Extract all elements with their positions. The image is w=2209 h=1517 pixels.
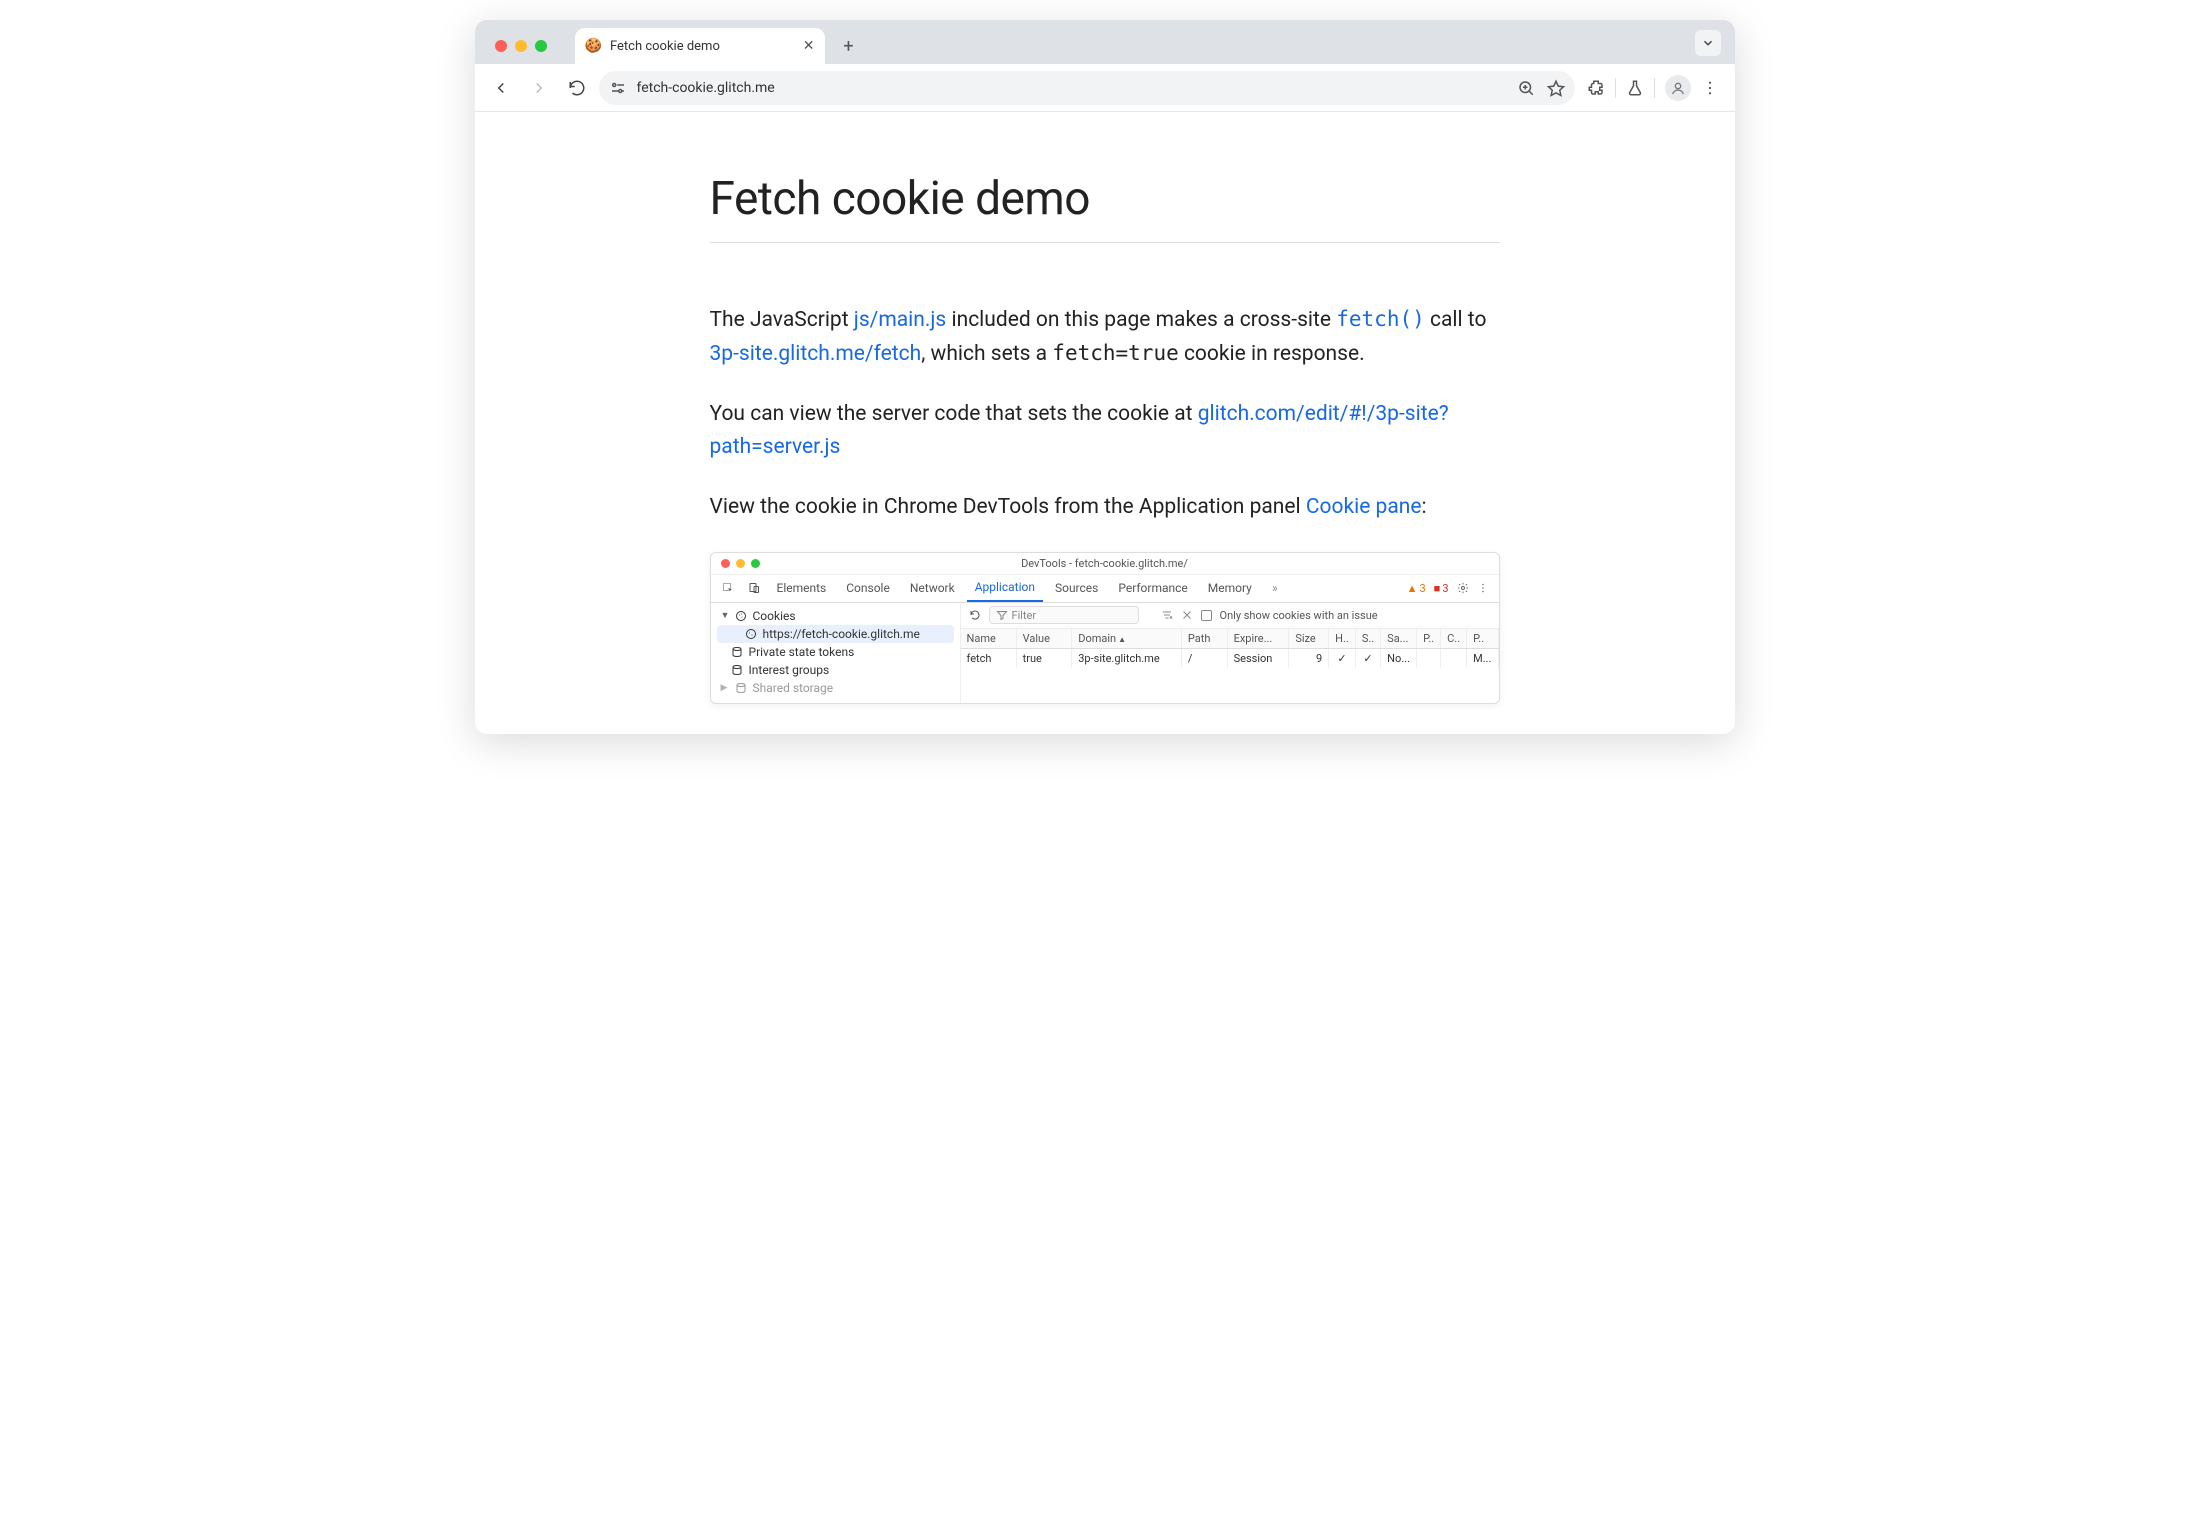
col-httponly[interactable]: H..: [1329, 629, 1356, 649]
only-issues-label: Only show cookies with an issue: [1220, 609, 1378, 622]
sidebar-item-private-state[interactable]: Private state tokens: [717, 643, 954, 661]
database-icon: [731, 664, 743, 676]
intro-paragraph-1: The JavaScript js/main.js included on th…: [710, 303, 1500, 370]
profile-avatar[interactable]: [1665, 75, 1691, 101]
toolbar-separator: [1654, 78, 1655, 98]
intro-paragraph-3: View the cookie in Chrome DevTools from …: [710, 491, 1500, 524]
sidebar-item-shared-storage[interactable]: ▶ Shared storage: [717, 679, 954, 697]
forward-button[interactable]: [523, 72, 555, 104]
filter-icon: [996, 609, 1008, 621]
more-tabs-icon[interactable]: »: [1264, 581, 1286, 595]
window-maximize-button[interactable]: [535, 40, 547, 52]
tab-memory[interactable]: Memory: [1200, 575, 1260, 602]
sidebar-item-cookie-origin[interactable]: https://fetch-cookie.glitch.me: [717, 625, 954, 643]
col-expires[interactable]: Expire...: [1227, 629, 1289, 649]
devtools-sidebar: ▼ Cookies https://fetch-cookie.glitch.me…: [711, 603, 961, 703]
col-crosssite[interactable]: C..: [1441, 629, 1467, 649]
col-domain[interactable]: Domain: [1072, 629, 1182, 649]
link-3p-fetch[interactable]: 3p-site.glitch.me/fetch: [710, 342, 922, 366]
window-close-button[interactable]: [495, 40, 507, 52]
filter-input[interactable]: Filter: [989, 606, 1139, 624]
col-path[interactable]: Path: [1181, 629, 1227, 649]
devtools-screenshot: DevTools - fetch-cookie.glitch.me/ Eleme…: [710, 552, 1500, 704]
labs-icon[interactable]: [1626, 79, 1644, 97]
tab-title: Fetch cookie demo: [610, 39, 795, 54]
col-partition[interactable]: P..: [1417, 629, 1441, 649]
page-content: Fetch cookie demo The JavaScript js/main…: [475, 112, 1735, 734]
reload-button[interactable]: [561, 72, 593, 104]
window-controls: [487, 40, 555, 64]
col-name[interactable]: Name: [961, 629, 1017, 649]
sidebar-item-interest-groups[interactable]: Interest groups: [717, 661, 954, 679]
tab-performance[interactable]: Performance: [1110, 575, 1195, 602]
tab-application[interactable]: Application: [967, 575, 1043, 602]
new-tab-button[interactable]: +: [835, 32, 863, 60]
link-main-js[interactable]: js/main.js: [854, 308, 946, 332]
page-heading: Fetch cookie demo: [710, 172, 1500, 243]
inspect-icon[interactable]: [717, 582, 739, 594]
refresh-icon[interactable]: [969, 609, 981, 621]
zoom-icon[interactable]: [1517, 79, 1535, 97]
extensions-icon[interactable]: [1587, 79, 1605, 97]
toolbar-separator: [1615, 78, 1616, 98]
table-row[interactable]: fetch true 3p-site.glitch.me / Session 9…: [961, 648, 1499, 668]
col-samesite[interactable]: Sa...: [1381, 629, 1417, 649]
bookmark-star-icon[interactable]: [1547, 79, 1565, 97]
back-button[interactable]: [485, 72, 517, 104]
inline-code-fetch-true: fetch=true: [1052, 341, 1178, 365]
cookie-storage-icon: [735, 610, 747, 622]
cookie-filter-bar: Filter Only show cookies with an issue: [961, 603, 1499, 629]
clear-filter-icon[interactable]: [1161, 609, 1173, 621]
table-header-row: Name Value Domain Path Expire... Size H.…: [961, 629, 1499, 649]
close-tab-button[interactable]: ✕: [803, 38, 815, 54]
col-size[interactable]: Size: [1289, 629, 1329, 649]
link-fetch-mdn[interactable]: fetch(): [1336, 307, 1425, 331]
cookie-icon: 🍪: [585, 38, 602, 54]
col-secure[interactable]: S..: [1355, 629, 1380, 649]
devtools-titlebar: DevTools - fetch-cookie.glitch.me/: [711, 553, 1499, 575]
tab-elements[interactable]: Elements: [769, 575, 835, 602]
cookie-icon: [745, 628, 757, 640]
tab-sources[interactable]: Sources: [1047, 575, 1106, 602]
warnings-badge[interactable]: ▲ 3: [1407, 582, 1426, 595]
devtools-title: DevTools - fetch-cookie.glitch.me/: [711, 557, 1499, 570]
window-minimize-button[interactable]: [515, 40, 527, 52]
cookie-table: Name Value Domain Path Expire... Size H.…: [961, 629, 1499, 668]
tab-console[interactable]: Console: [838, 575, 898, 602]
menu-icon[interactable]: [1701, 79, 1719, 97]
database-icon: [735, 682, 747, 694]
intro-paragraph-2: You can view the server code that sets t…: [710, 398, 1500, 463]
tabs-dropdown-button[interactable]: [1695, 30, 1721, 56]
errors-badge[interactable]: ■ 3: [1434, 582, 1449, 595]
browser-toolbar: fetch-cookie.glitch.me: [475, 64, 1735, 112]
col-value[interactable]: Value: [1016, 629, 1072, 649]
database-icon: [731, 646, 743, 658]
only-issues-checkbox[interactable]: [1201, 610, 1212, 621]
link-cookie-pane[interactable]: Cookie pane: [1306, 495, 1422, 519]
tab-strip: 🍪 Fetch cookie demo ✕ +: [475, 20, 1735, 64]
address-bar[interactable]: fetch-cookie.glitch.me: [599, 71, 1575, 105]
settings-icon[interactable]: [1457, 582, 1469, 594]
sidebar-item-cookies[interactable]: ▼ Cookies: [717, 607, 954, 625]
chrome-window: 🍪 Fetch cookie demo ✕ + fetch-cookie.gli…: [475, 20, 1735, 734]
device-toggle-icon[interactable]: [743, 582, 765, 594]
url-text: fetch-cookie.glitch.me: [637, 80, 1507, 96]
col-priority[interactable]: P..: [1467, 629, 1498, 649]
clear-all-icon[interactable]: [1181, 609, 1193, 621]
tab-network[interactable]: Network: [902, 575, 963, 602]
site-info-icon[interactable]: [609, 79, 627, 97]
browser-tab[interactable]: 🍪 Fetch cookie demo ✕: [575, 28, 825, 64]
devtools-tabs: Elements Console Network Application Sou…: [711, 575, 1499, 603]
devtools-menu-icon[interactable]: [1477, 582, 1489, 594]
